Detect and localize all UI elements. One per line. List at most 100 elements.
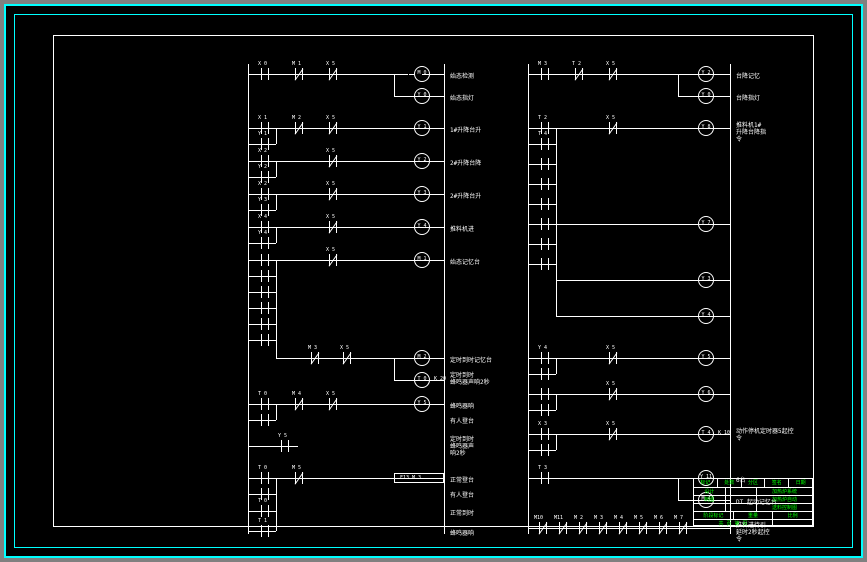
contact-label: Y 5 (278, 433, 287, 439)
contact-label: M 2 (292, 115, 301, 121)
branch-wire (276, 260, 277, 340)
contact-label: X 1 (258, 115, 267, 121)
coil-label: T 4 (699, 430, 713, 436)
timer-data: K 10 (718, 430, 730, 436)
contact-nc (536, 522, 550, 534)
branch-wire (276, 194, 277, 210)
contact-label: X 5 (326, 148, 335, 154)
contact-no (538, 178, 552, 190)
contact-no (538, 218, 552, 230)
rung-comment: 台降记忆 (736, 71, 760, 80)
contact-nc (326, 254, 340, 266)
tb-cell: 签名 (764, 479, 788, 487)
contact-nc (326, 398, 340, 410)
branch-wire (678, 478, 679, 500)
contact-nc (676, 522, 690, 534)
contact-label: M 5 (634, 515, 643, 521)
coil-label: M 0 (415, 70, 429, 76)
contact-no (538, 258, 552, 270)
branch-wire (556, 264, 557, 280)
coil-label: T 0 (415, 376, 429, 382)
tb-cell: 制图 (694, 496, 725, 503)
rung-comment: 1#升降台升 (450, 125, 481, 134)
contact-nc (606, 68, 620, 80)
title-block: 标记 处数 分区 签名 日期 设计 加热炉系统 制图 加热炉自动 (693, 478, 813, 526)
branch-wire (276, 128, 277, 144)
tb-cell: 共 页 第 页 (694, 520, 772, 527)
tb-sheet-sub: 送料控制图 (756, 504, 812, 511)
rung-comment: 有人登台 (450, 416, 474, 425)
contact-label: M 4 (614, 515, 623, 521)
contact-nc (606, 122, 620, 134)
coil-label: M 2 (415, 354, 429, 360)
coil-label: Y 1 (415, 124, 429, 130)
contact-label: X 5 (326, 247, 335, 253)
coil-label: M 1 (415, 256, 429, 262)
branch-wire (556, 358, 557, 374)
contact-no (258, 525, 272, 537)
contact-label: X 5 (606, 345, 615, 351)
contact-label: X 0 (258, 61, 267, 67)
branch-wire (678, 74, 679, 96)
coil-label: Y 2 (699, 70, 713, 76)
contact-no (538, 68, 552, 80)
contact-no (538, 388, 552, 400)
tb-project: 加热炉系统 (756, 488, 812, 495)
tb-cell (725, 488, 757, 495)
branch-wire (556, 144, 557, 264)
contact-label: X 5 (326, 214, 335, 220)
contact-no (258, 237, 272, 249)
right-ladder-bus-r (730, 64, 731, 534)
branch-wire (276, 478, 277, 494)
contact-no (538, 352, 552, 364)
coil-label: Y 2 (415, 157, 429, 163)
contact-nc (326, 221, 340, 233)
contact-label: X 5 (326, 115, 335, 121)
coil-label: Y 4 (415, 223, 429, 229)
contact-label: X 5 (606, 381, 615, 387)
rung-comment: 定时到时蜂鸣器声响2秒 (450, 372, 490, 386)
contact-label: T 0 (258, 498, 267, 504)
contact-label: M 5 (292, 465, 301, 471)
contact-nc (308, 352, 322, 364)
contact-label: M 3 (538, 61, 547, 67)
contact-label: M 1 (292, 61, 301, 67)
tb-cell (694, 504, 725, 511)
contact-no (258, 472, 272, 484)
coil-label: Y 3 (699, 276, 713, 282)
contact-label: X 5 (326, 181, 335, 187)
coil-label: Y 6 (699, 390, 713, 396)
right-ladder-bus-l (528, 64, 529, 534)
drawing-frame: X 0 M 1 X 5 M 0 始态检测 Y 0 始态指灯 X 1 M 2 X … (53, 35, 814, 527)
contact-label: M 7 (674, 515, 683, 521)
contact-nc (326, 155, 340, 167)
contact-nc (606, 388, 620, 400)
contact-label: X 5 (326, 61, 335, 67)
rung-comment: 始态记忆台 (450, 257, 480, 266)
contact-label: T 1 (258, 518, 267, 524)
contact-no (538, 198, 552, 210)
rung-comment: 蜂鸣器响 (450, 401, 474, 410)
tb-cell: 重量 (733, 512, 773, 519)
contact-no (258, 302, 272, 314)
rung-comment: 蜂鸣器响 (450, 528, 474, 537)
contact-label: M10 (534, 515, 543, 521)
contact-no (538, 368, 552, 380)
tb-cell: 处数 (717, 479, 741, 487)
branch-wire (276, 161, 277, 177)
contact-no (258, 318, 272, 330)
contact-nc (606, 428, 620, 440)
branch-wire (276, 404, 277, 420)
rung-comment: 始态指灯 (450, 93, 474, 102)
tb-sheet: 加热炉自动 (756, 496, 812, 503)
contact-nc (326, 68, 340, 80)
contact-no (258, 414, 272, 426)
contact-no (538, 158, 552, 170)
contact-no (258, 334, 272, 346)
contact-label: X 3 (538, 421, 547, 427)
rung-comment: 定时到时蜂鸣器声响2秒 (450, 436, 474, 457)
contact-no (278, 440, 292, 452)
branch-wire (556, 394, 557, 410)
rung-comment: 动作停机定时器5起控令 (736, 428, 794, 442)
rung-comment: 定时到时记忆台 (450, 355, 492, 364)
